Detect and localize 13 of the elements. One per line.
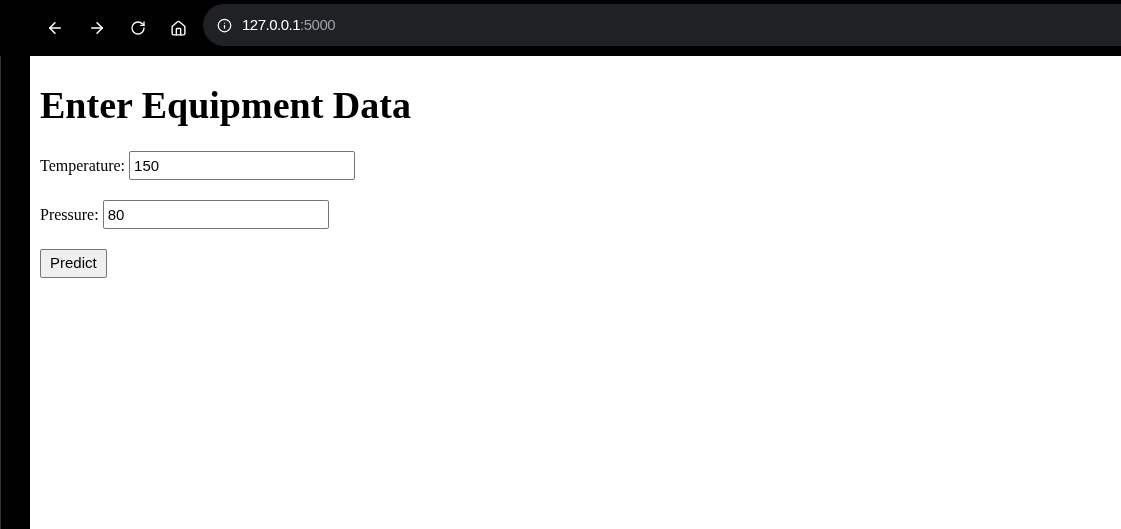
forward-icon[interactable] <box>88 19 106 37</box>
input-field[interactable]: 150 <box>129 151 356 180</box>
address-bar[interactable]: 127.0.0.1:5000 <box>203 4 1121 46</box>
back-icon[interactable] <box>46 19 64 37</box>
url-text: 127.0.0.1:5000 <box>242 14 336 35</box>
reload-icon[interactable] <box>130 20 146 36</box>
home-icon[interactable] <box>170 19 187 37</box>
page-heading: Enter Equipment Data <box>40 86 411 124</box>
field-label: Pressure: <box>40 204 99 225</box>
predict-button[interactable]: Predict <box>40 249 107 278</box>
info-icon[interactable] <box>217 17 232 33</box>
field-label: Temperature: <box>40 155 126 177</box>
input-field[interactable]: 80 <box>102 200 329 229</box>
